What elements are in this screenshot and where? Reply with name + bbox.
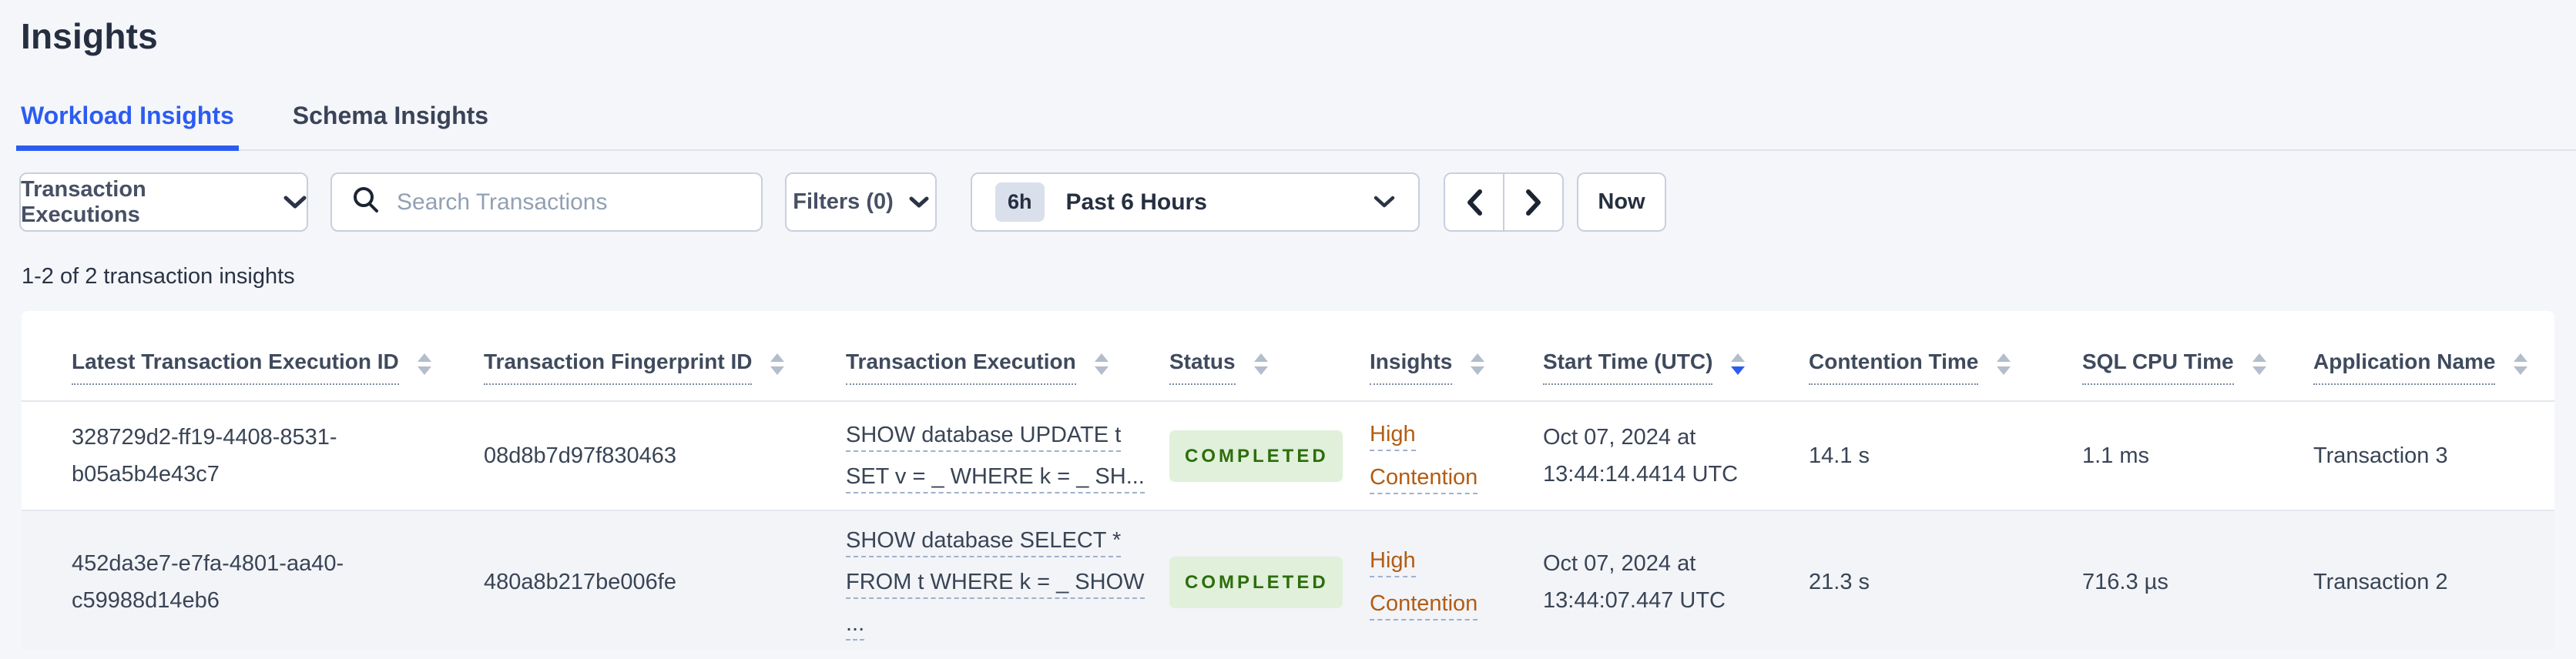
insights-cell: High Contention <box>1339 401 1512 511</box>
sort-icon[interactable] <box>2252 353 2266 375</box>
status-cell: COMPLETED <box>1139 510 1343 650</box>
filters-button[interactable]: Filters (0) <box>785 172 937 232</box>
statement-link[interactable]: SHOW database UPDATE t <box>846 423 1122 452</box>
column-header-transaction-execution[interactable]: Transaction Execution <box>815 311 1139 402</box>
transaction-execution-cell: SHOW database SELECT * FROM t WHERE k = … <box>815 510 1145 650</box>
search-transactions-box <box>330 172 763 232</box>
time-range-label: Past 6 Hours <box>1065 189 1207 215</box>
search-icon <box>352 186 380 219</box>
next-time-range-button[interactable] <box>1504 172 1564 232</box>
toolbar: Transaction Executions Filters (0) 6h Pa… <box>19 172 2554 232</box>
sort-icon[interactable] <box>770 353 785 375</box>
sort-icon[interactable] <box>1997 353 2011 375</box>
sort-icon-active-desc[interactable] <box>1731 353 1746 375</box>
statement-link[interactable]: SET v = _ WHERE k = _ SH... <box>846 464 1145 493</box>
execution-id-cell: 328729d2-ff19-4408-8531-b05a5b4e43c7 <box>22 401 453 511</box>
statement-link[interactable]: FROM t WHERE k = _ SHOW <box>846 570 1145 599</box>
tab-workload-insights[interactable]: Workload Insights <box>16 97 239 151</box>
results-count: 1-2 of 2 transaction insights <box>22 264 295 289</box>
application-name-cell: Transaction 2 <box>2283 510 2554 650</box>
fingerprint-id-cell: 480a8b217be006fe <box>453 510 815 650</box>
statement-link[interactable]: SHOW database SELECT * <box>846 528 1122 557</box>
column-header-transaction-fingerprint-id[interactable]: Transaction Fingerprint ID <box>453 311 815 402</box>
filters-label: Filters (0) <box>793 189 894 214</box>
time-range-badge: 6h <box>995 182 1045 222</box>
chevron-left-icon <box>1466 189 1483 216</box>
insights-cell: High Contention <box>1339 510 1512 650</box>
transaction-insights-table: Latest Transaction Execution ID Transact… <box>22 311 2554 650</box>
contention-time-cell: 14.1 s <box>1778 401 2051 511</box>
sort-icon[interactable] <box>1253 353 1268 375</box>
sql-cpu-time-cell: 716.3 µs <box>2051 510 2283 650</box>
execution-id-cell: 452da3e7-e7fa-4801-aa40-c59988d14eb6 <box>22 510 453 650</box>
column-header-application-name[interactable]: Application Name <box>2283 311 2554 402</box>
column-header-latest-transaction-execution-id[interactable]: Latest Transaction Execution ID <box>22 311 453 402</box>
column-header-status[interactable]: Status <box>1139 311 1339 402</box>
table-row: 452da3e7-e7fa-4801-aa40-c59988d14eb6 480… <box>22 510 2554 650</box>
search-input[interactable] <box>397 175 743 229</box>
table-row: 328729d2-ff19-4408-8531-b05a5b4e43c7 08d… <box>22 401 2554 511</box>
sort-icon[interactable] <box>1094 353 1109 375</box>
transaction-type-label: Transaction Executions <box>21 176 146 227</box>
column-header-start-time[interactable]: Start Time (UTC) <box>1512 311 1778 402</box>
chevron-right-icon <box>1525 189 1542 216</box>
status-badge: COMPLETED <box>1169 556 1343 608</box>
column-header-insights[interactable]: Insights <box>1339 311 1512 402</box>
start-time-cell: Oct 07, 2024 at 13:44:07.447 UTC <box>1512 510 1778 650</box>
fingerprint-id-cell: 08d8b7d97f830463 <box>453 401 815 511</box>
application-name-cell: Transaction 3 <box>2283 401 2554 511</box>
chevron-down-icon <box>909 196 929 209</box>
status-cell: COMPLETED <box>1139 401 1343 511</box>
tab-bar: Workload Insights Schema Insights <box>16 97 2576 151</box>
sort-icon[interactable] <box>2514 353 2528 375</box>
previous-time-range-button[interactable] <box>1444 172 1504 232</box>
chevron-down-icon <box>283 196 307 209</box>
column-header-contention-time[interactable]: Contention Time <box>1778 311 2051 402</box>
transaction-type-select[interactable]: Transaction Executions <box>19 172 308 232</box>
now-button[interactable]: Now <box>1577 172 1666 232</box>
table-header-row: Latest Transaction Execution ID Transact… <box>22 311 2554 402</box>
start-time-cell: Oct 07, 2024 at 13:44:14.4414 UTC <box>1512 401 1778 511</box>
tab-schema-insights[interactable]: Schema Insights <box>288 97 493 151</box>
chevron-down-icon <box>1374 196 1395 209</box>
page-title: Insights <box>21 16 158 56</box>
column-header-sql-cpu-time[interactable]: SQL CPU Time <box>2051 311 2283 402</box>
high-contention-link[interactable]: High Contention <box>1370 422 1478 494</box>
insights-table-card: Latest Transaction Execution ID Transact… <box>22 311 2554 650</box>
high-contention-link[interactable]: High Contention <box>1370 548 1478 621</box>
status-badge: COMPLETED <box>1169 430 1343 482</box>
contention-time-cell: 21.3 s <box>1778 510 2051 650</box>
sort-icon[interactable] <box>417 353 431 375</box>
time-range-picker[interactable]: 6h Past 6 Hours <box>971 172 1420 232</box>
transaction-execution-cell: SHOW database UPDATE t SET v = _ WHERE k… <box>815 401 1145 511</box>
sql-cpu-time-cell: 1.1 ms <box>2051 401 2283 511</box>
sort-icon[interactable] <box>1471 353 1485 375</box>
time-range-pager <box>1444 172 1564 232</box>
statement-link[interactable]: ... <box>846 611 865 641</box>
